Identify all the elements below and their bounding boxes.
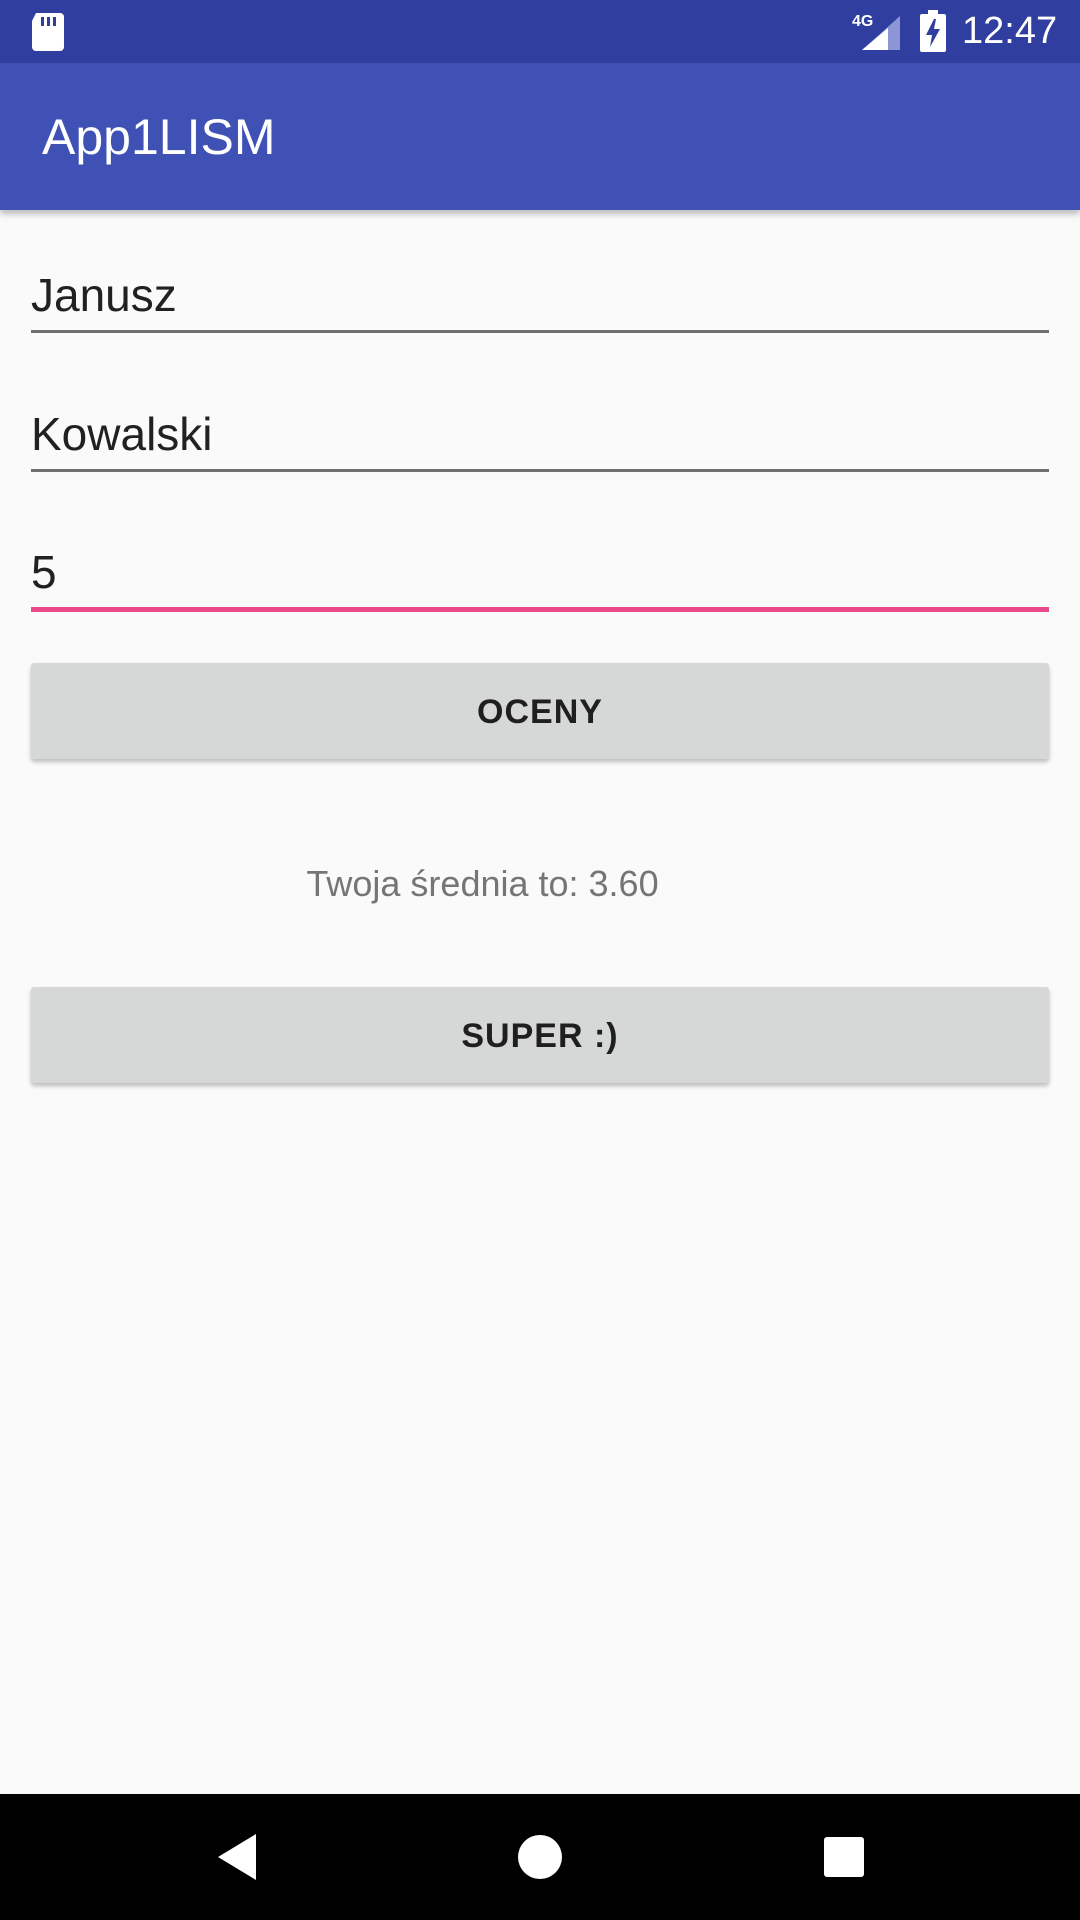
- super-button[interactable]: SUPER :): [31, 987, 1049, 1083]
- recents-icon[interactable]: [809, 1822, 879, 1892]
- status-bar: 4G 12:47: [0, 0, 1080, 63]
- first-name-input[interactable]: [31, 260, 1049, 338]
- grades-button[interactable]: OCENY: [31, 663, 1049, 759]
- navigation-bar: [0, 1794, 1080, 1920]
- battery-charging-icon: [920, 10, 946, 52]
- first-name-field-container: [31, 260, 1049, 338]
- app-title: App1LISM: [42, 109, 276, 165]
- app-bar: App1LISM: [0, 63, 1080, 210]
- last-name-input[interactable]: [31, 399, 1049, 477]
- sd-card-icon: [32, 13, 64, 51]
- signal-icon: 4G: [852, 13, 900, 50]
- grades-count-field-container: [31, 537, 1049, 615]
- back-icon[interactable]: [200, 1822, 270, 1892]
- network-type-label: 4G: [852, 13, 873, 30]
- main-content: OCENY Twoja średnia to: 3.60 SUPER :): [0, 210, 1080, 1794]
- grades-count-input[interactable]: [31, 537, 1049, 615]
- average-result-text: Twoja średnia to: 3.60: [306, 863, 659, 904]
- home-icon[interactable]: [505, 1822, 575, 1892]
- status-clock: 12:47: [962, 10, 1058, 52]
- last-name-field-container: [31, 399, 1049, 477]
